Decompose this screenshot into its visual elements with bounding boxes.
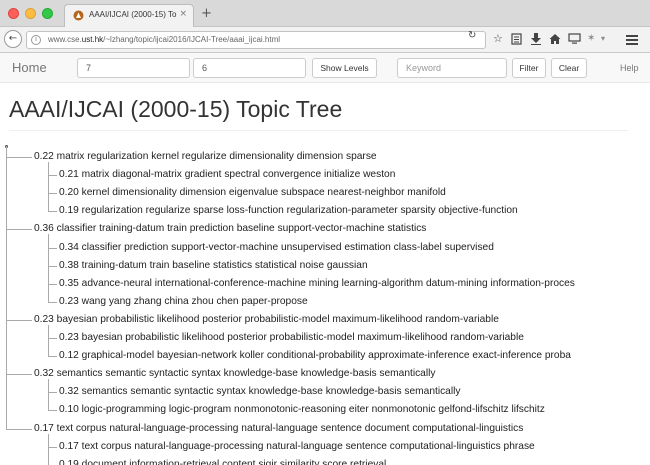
title-divider [9,130,628,131]
tree-topic-level2[interactable]: 0.38 training-datum train baseline stati… [59,257,368,275]
browser-tab-bar: AAAI/IJCAI (2000-15) Topi... × + [0,0,650,27]
tree-connector [48,410,57,412]
tree-connector [48,324,49,357]
tree-connector [6,428,32,430]
level-to-input[interactable] [193,58,306,78]
new-tab-icon[interactable]: + [201,6,212,21]
puzzle-icon[interactable]: ✶ [587,32,595,46]
tree-connector [6,157,32,159]
tree-connector [48,392,57,394]
favicon-icon [73,10,84,21]
tree-topic-level1[interactable]: 0.23 bayesian probabilistic likelihood p… [34,311,499,329]
tree-connector [48,356,57,358]
tree-connector [48,175,57,177]
tree-connector [48,338,57,340]
keyword-input[interactable] [397,58,507,78]
home-icon[interactable] [549,33,561,45]
back-arrow-icon[interactable]: ← [4,30,22,48]
tree-connector [48,193,57,195]
tree-connector [48,247,57,249]
tree-topic-level1[interactable]: 0.17 text corpus natural-language-proces… [34,420,523,438]
tree-connector [6,374,32,376]
tab-title: AAAI/IJCAI (2000-15) Topi... [89,10,177,19]
tree-topic-level1[interactable]: 0.32 semantics semantic syntactic syntax… [34,365,435,383]
tree-topic-level2[interactable]: 0.12 graphical-model bayesian-network ko… [59,347,571,365]
maximize-window-button[interactable] [42,8,53,19]
url-host: ust.hk [81,35,104,44]
tree-connector [6,229,32,231]
tree-topic-level2[interactable]: 0.17 text corpus natural-language-proces… [59,438,535,456]
tab-close-icon[interactable]: × [179,9,187,19]
url-path: /~lzhang/topic/ijcai2016/IJCAI-Tree/aaai… [103,35,281,44]
home-link[interactable]: Home [12,60,47,75]
tree-connector [48,433,49,465]
tree-connector [48,211,57,213]
address-bar[interactable]: i www.cse.ust.hk/~lzhang/topic/ijcai2016… [26,31,486,49]
tree-connector [6,146,7,429]
tree-topic-level1[interactable]: 0.36 classifier training-datum train pre… [34,220,426,238]
tree-topic-level2[interactable]: 0.20 kernel dimensionality dimension eig… [59,184,446,202]
info-icon[interactable]: i [31,35,41,45]
tree-topic-level2[interactable]: 0.10 logic-programming logic-program non… [59,401,545,419]
browser-tab[interactable]: AAAI/IJCAI (2000-15) Topi... × [64,4,194,27]
reload-icon[interactable]: ↻ [468,30,476,41]
url-text: www.cse.ust.hk/~lzhang/topic/ijcai2016/I… [48,35,280,44]
tree-topic-level2[interactable]: 0.34 classifier prediction support-vecto… [59,239,494,257]
star-icon[interactable]: ☆ [493,32,503,46]
tree-connector [48,301,57,303]
topic-tree: 0.22 matrix regularization kernel regula… [0,144,650,465]
show-levels-button[interactable]: Show Levels [312,58,377,78]
url-prefix: www.cse. [48,35,82,44]
tree-topic-level1[interactable]: 0.22 matrix regularization kernel regula… [34,148,377,166]
tree-topic-level2[interactable]: 0.21 matrix diagonal-matrix gradient spe… [59,166,395,184]
hamburger-menu-icon[interactable] [626,35,638,45]
tree-topic-level2[interactable]: 0.19 document information-retrieval cont… [59,456,386,465]
help-link[interactable]: Help [620,63,639,73]
tree-topic-level2[interactable]: 0.19 regularization regularize sparse lo… [59,202,518,220]
page-title: AAAI/IJCAI (2000-15) Topic Tree [9,96,343,122]
tree-connector [48,234,49,302]
clear-button[interactable]: Clear [551,58,587,78]
tree-connector [48,283,57,285]
tree-topic-level2[interactable]: 0.32 semantics semantic syntactic syntax… [59,383,460,401]
extension-dropdown-icon[interactable]: ▾ [601,32,605,46]
tree-topic-level2[interactable]: 0.35 advance-neural international-confer… [59,275,575,293]
tree-connector [48,379,49,411]
tree-connector [48,446,57,448]
tree-connector [48,265,57,267]
tree-connector [6,319,32,321]
tree-connector [48,162,49,212]
reading-list-icon[interactable] [511,33,522,45]
site-navbar: Home Show Levels Filter Clear Help [0,53,650,83]
close-window-button[interactable] [8,8,19,19]
screen-icon[interactable] [568,33,581,45]
browser-toolbar: ← i www.cse.ust.hk/~lzhang/topic/ijcai20… [0,27,650,53]
tree-topic-level2[interactable]: 0.23 wang yang zhang china zhou chen pap… [59,293,308,311]
download-icon[interactable] [531,33,541,45]
tree-topic-level2[interactable]: 0.23 bayesian probabilistic likelihood p… [59,329,524,347]
minimize-window-button[interactable] [25,8,36,19]
level-from-input[interactable] [77,58,190,78]
filter-button[interactable]: Filter [512,58,546,78]
